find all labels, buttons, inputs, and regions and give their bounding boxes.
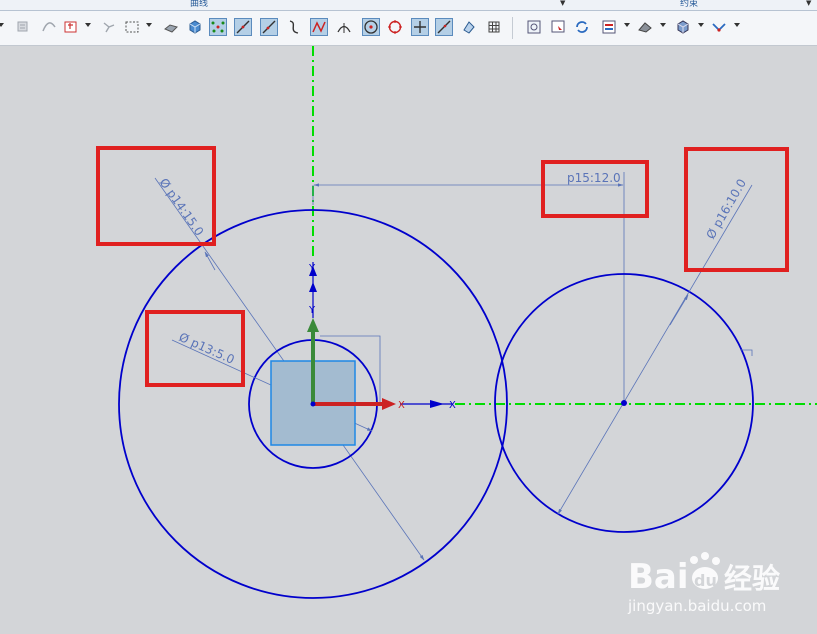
plus-point-icon — [414, 21, 426, 33]
snap-view-button[interactable] — [710, 18, 728, 36]
x-axis-label: X — [398, 400, 405, 411]
fit-view-button[interactable] — [525, 18, 543, 36]
p13-dimension-text[interactable]: Ø p13:5.0 — [177, 330, 237, 367]
trim-icon — [64, 21, 77, 33]
grid-button[interactable] — [485, 18, 503, 36]
edge-display-button[interactable] — [636, 18, 654, 36]
view-orient-button[interactable] — [549, 18, 567, 36]
y-axis-label: Y — [308, 263, 316, 274]
spline-icon — [289, 20, 299, 34]
right-circle-center-point[interactable] — [621, 400, 627, 406]
circle-button[interactable] — [386, 18, 404, 36]
p16-leader-arrow-upper — [669, 294, 689, 326]
snap-view-icon — [712, 23, 726, 32]
sketch-graphics[interactable]: Y Y X X Ø p14:15.0 Ø p13:5.0 p15:12.0 Ø … — [0, 46, 817, 634]
solid-view-button[interactable] — [674, 18, 692, 36]
chevron-down-icon[interactable] — [146, 22, 152, 28]
baidu-watermark: Bai du 经验 jingyan.baidu.com — [627, 552, 780, 615]
circle-center-button[interactable] — [362, 18, 380, 36]
chevron-down-icon[interactable] — [734, 22, 740, 28]
ribbon-group-constraint-dropdown-icon[interactable]: ▼ — [806, 0, 811, 8]
line-button[interactable] — [234, 18, 252, 36]
p16-dimension-text[interactable]: Ø p16:10.0 — [703, 177, 749, 242]
ribbon-group-curve-dropdown-icon[interactable]: ▼ — [560, 0, 565, 8]
watermark-brand: Bai — [628, 557, 689, 597]
watermark-chinese: 经验 — [724, 562, 780, 595]
points-filter-icon — [211, 21, 225, 33]
sketch-toolbar — [0, 11, 817, 46]
csys-x-arrow-head — [382, 398, 396, 410]
x-axis-direction-label: X — [449, 400, 456, 411]
line-alt-button[interactable] — [260, 18, 278, 36]
y-axis-direction-label: Y — [308, 305, 316, 316]
grid-icon — [488, 21, 500, 33]
sketch-canvas[interactable]: Y Y X X Ø p14:15.0 Ø p13:5.0 p15:12.0 Ø … — [0, 46, 817, 634]
ribbon-group-labels: 曲线 ▼ 约束 ▼ — [0, 0, 817, 11]
layer-button[interactable] — [600, 18, 618, 36]
slash-line-icon — [437, 20, 451, 34]
profile-button[interactable] — [14, 18, 32, 36]
derived-curve-button[interactable] — [40, 18, 58, 36]
solid-shaded-button[interactable] — [162, 18, 180, 36]
circle-icon — [388, 20, 402, 34]
toolbar-separator — [512, 17, 513, 39]
chevron-down-icon[interactable] — [0, 22, 4, 28]
arc-button[interactable] — [310, 18, 328, 36]
chevron-down-icon[interactable] — [85, 22, 91, 28]
line-icon — [236, 20, 250, 34]
cube-view-icon — [189, 20, 201, 34]
transform-button[interactable] — [460, 18, 478, 36]
trim-button[interactable] — [62, 18, 80, 36]
csys-origin[interactable] — [310, 401, 316, 407]
ribbon-group-curve[interactable]: 曲线 — [190, 0, 208, 9]
refresh-icon — [576, 21, 588, 33]
snap-point-button[interactable] — [100, 18, 118, 36]
csys-z-arrow-head — [307, 318, 319, 332]
watermark-url: jingyan.baidu.com — [627, 597, 766, 615]
rectangle-select-icon — [125, 21, 139, 33]
circle-center-icon — [364, 20, 378, 34]
layer-icon — [602, 20, 616, 34]
derived-curve-icon — [42, 22, 56, 32]
edge-display-icon — [638, 22, 652, 33]
intersect-icon — [337, 23, 351, 33]
points-filter-button[interactable] — [209, 18, 227, 36]
watermark-brand-tail: du — [694, 571, 717, 590]
cube-view-button[interactable] — [186, 18, 204, 36]
snap-point-icon — [103, 22, 115, 33]
x-direction-arrow-head — [430, 400, 444, 408]
p15-dimension-text[interactable]: p15:12.0 — [567, 171, 621, 185]
chevron-down-icon[interactable] — [660, 22, 666, 28]
rectangle-select-button[interactable] — [123, 18, 141, 36]
solid-view-icon — [677, 20, 689, 34]
transform-icon — [463, 21, 475, 34]
intersect-button[interactable] — [335, 18, 353, 36]
ribbon-group-constraint[interactable]: 约束 — [680, 0, 698, 9]
refresh-button[interactable] — [573, 18, 591, 36]
highlight-box-p16 — [684, 147, 789, 272]
plus-point-button[interactable] — [411, 18, 429, 36]
chevron-down-icon[interactable] — [624, 22, 630, 28]
slash-line-button[interactable] — [435, 18, 453, 36]
chevron-down-icon[interactable] — [698, 22, 704, 28]
p14-dimension-text[interactable]: Ø p14:15.0 — [157, 176, 207, 239]
solid-shaded-icon — [164, 24, 178, 33]
p16-leader-line — [557, 184, 753, 515]
arc-icon — [312, 21, 326, 33]
y-direction-arrow-head-lower — [309, 282, 317, 292]
spline-button[interactable] — [285, 18, 303, 36]
line-alt-icon — [262, 20, 276, 34]
view-orient-icon — [551, 20, 565, 33]
fit-view-icon — [527, 20, 541, 34]
profile-icon — [17, 21, 28, 32]
